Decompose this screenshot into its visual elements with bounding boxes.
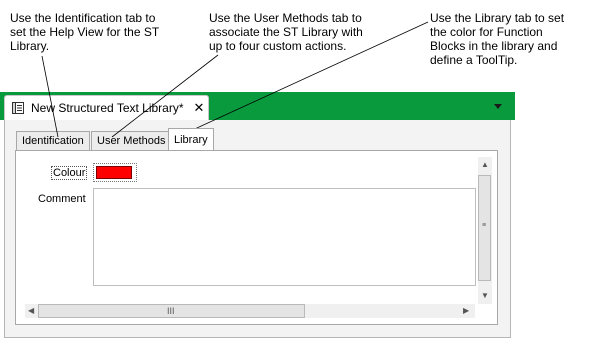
callout-user-methods: Use the User Methods tab to associate th… bbox=[209, 11, 363, 53]
colour-swatch bbox=[96, 166, 132, 179]
tab-identification[interactable]: Identification bbox=[16, 131, 90, 150]
comment-label: Comment bbox=[38, 193, 86, 205]
tab-user-methods[interactable]: User Methods bbox=[91, 131, 172, 150]
comment-field[interactable] bbox=[93, 188, 476, 286]
horizontal-grip: III bbox=[167, 306, 175, 316]
vertical-scroll-thumb[interactable]: ≡ bbox=[478, 175, 491, 281]
close-icon[interactable]: ✕ bbox=[194, 101, 205, 114]
document-icon bbox=[11, 101, 25, 115]
colour-label: Colour bbox=[51, 166, 88, 180]
scroll-right-arrow-icon[interactable]: ▶ bbox=[463, 307, 469, 315]
scroll-left-arrow-icon[interactable]: ◀ bbox=[28, 307, 34, 315]
callout-identification: Use the Identification tab to set the He… bbox=[10, 11, 159, 53]
scroll-up-arrow-icon[interactable]: ▲ bbox=[481, 161, 489, 169]
chevron-down-icon[interactable] bbox=[494, 104, 502, 109]
horizontal-scroll-thumb[interactable]: III bbox=[38, 304, 305, 318]
document-tab[interactable]: New Structured Text Library* ✕ bbox=[4, 95, 209, 120]
vertical-grip: ≡ bbox=[482, 222, 487, 229]
scroll-down-arrow-icon[interactable]: ▼ bbox=[481, 292, 489, 300]
callout-library: Use the Library tab to set the color for… bbox=[430, 11, 565, 67]
colour-picker-button[interactable] bbox=[93, 163, 137, 182]
document-title: New Structured Text Library* bbox=[31, 101, 184, 115]
tab-library[interactable]: Library bbox=[168, 128, 214, 150]
